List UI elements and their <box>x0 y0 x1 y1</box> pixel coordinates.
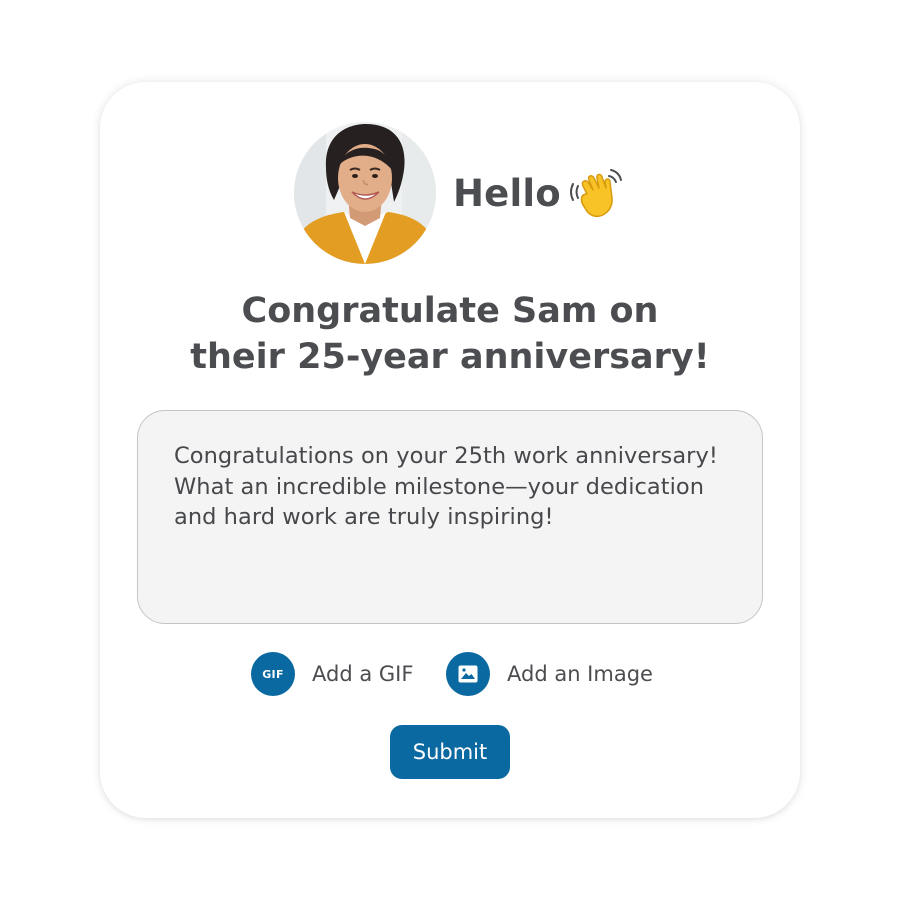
avatar-photo <box>294 122 436 264</box>
add-image-button[interactable]: Add an Image <box>446 652 653 696</box>
waving-hand-icon <box>569 169 622 218</box>
gif-icon[interactable]: GIF <box>251 652 295 696</box>
hello-text: Hello <box>453 171 561 215</box>
message-textarea[interactable]: Congratulations on your 25th work annive… <box>137 410 763 624</box>
avatar <box>294 122 436 264</box>
add-gif-label[interactable]: Add a GIF <box>312 662 413 686</box>
image-glyph-icon <box>458 665 478 683</box>
hello-text-row: Hello <box>453 162 627 224</box>
attachment-actions: GIF Add a GIF Add an Image <box>100 652 800 696</box>
page-title-line-1: Congratulate Sam on <box>241 291 659 331</box>
add-gif-button[interactable]: GIF Add a GIF <box>251 652 413 696</box>
add-image-label[interactable]: Add an Image <box>507 662 653 686</box>
page-title: Congratulate Sam on their 25-year annive… <box>100 288 800 380</box>
anniversary-card: Hello Congratulate Sam on their 25-year … <box>100 82 800 818</box>
greeting-row: Hello <box>294 122 627 264</box>
page-title-line-2: their 25-year anniversary! <box>190 337 710 377</box>
submit-button[interactable]: Submit <box>390 725 510 779</box>
image-icon[interactable] <box>446 652 490 696</box>
